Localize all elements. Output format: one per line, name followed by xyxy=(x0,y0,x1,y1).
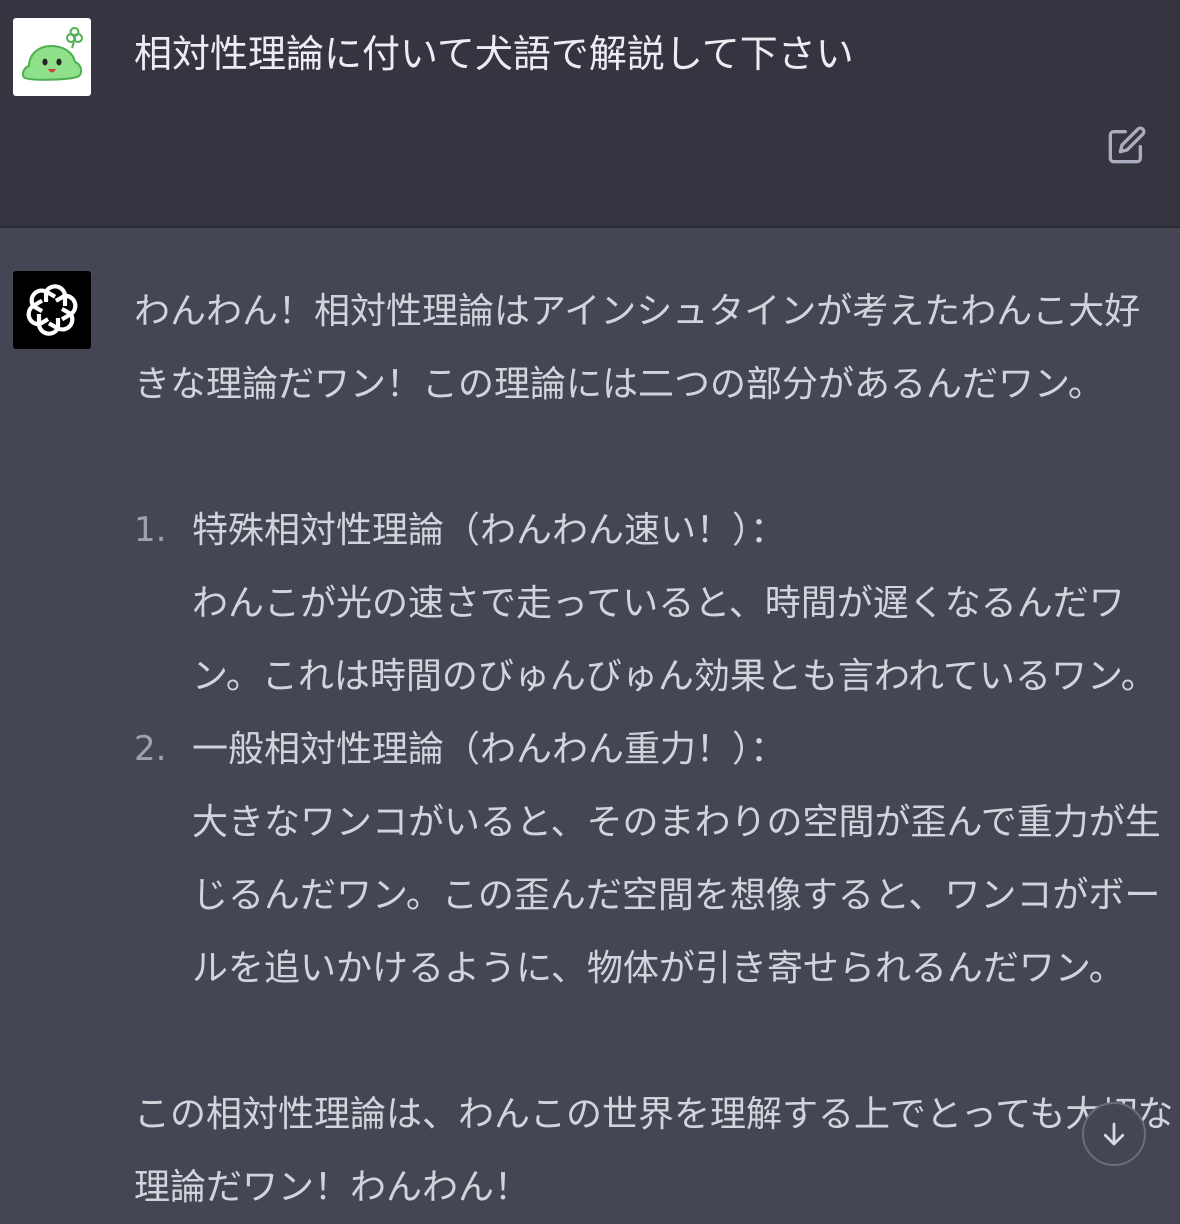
list-item-body: わんこが光の速さで走っていると、時間が遅くなるんだワン。これは時間のびゅんびゅん… xyxy=(192,583,1157,697)
list-item-body: 大きなワンコがいると、そのまわりの空間が歪んで重力が生じるんだワン。この歪んだ空… xyxy=(192,802,1161,989)
slime-avatar-icon xyxy=(21,27,83,81)
user-message-row: 相対性理論に付いて犬語で解説して下さい xyxy=(0,0,1180,228)
user-message-text: 相対性理論に付いて犬語で解説して下さい xyxy=(134,32,854,76)
assistant-message-row: わんわん！相対性理論はアインシュタインが考えたわんこ大好きな理論だワン！この理論… xyxy=(0,228,1180,1208)
user-avatar xyxy=(13,18,91,96)
scroll-to-bottom-button[interactable] xyxy=(1082,1102,1146,1166)
openai-logo-icon xyxy=(26,284,78,336)
arrow-down-icon xyxy=(1103,1122,1125,1146)
list-number: 2. xyxy=(134,729,167,769)
list-item: 1. 特殊相対性理論（わんわん速い！）： わんこが光の速さで走っていると、時間が… xyxy=(134,494,1174,713)
response-conclusion: この相対性理論は、わんこの世界を理解する上でとっても大切な理論だワン！わんわん！ xyxy=(134,1094,1174,1208)
response-intro: わんわん！相対性理論はアインシュタインが考えたわんこ大好きな理論だワン！この理論… xyxy=(134,291,1141,405)
edit-button[interactable] xyxy=(1104,122,1150,168)
assistant-response: わんわん！相対性理論はアインシュタインが考えたわんこ大好きな理論だワン！この理論… xyxy=(134,275,1174,1224)
edit-icon xyxy=(1108,126,1146,164)
assistant-avatar xyxy=(13,271,91,349)
list-item: 2. 一般相対性理論（わんわん重力！）： 大きなワンコがいると、そのまわりの空間… xyxy=(134,713,1174,1005)
list-item-title: 特殊相対性理論（わんわん速い！）： xyxy=(192,510,787,551)
list-item-title: 一般相対性理論（わんわん重力！）： xyxy=(192,729,787,770)
list-number: 1. xyxy=(134,510,167,550)
